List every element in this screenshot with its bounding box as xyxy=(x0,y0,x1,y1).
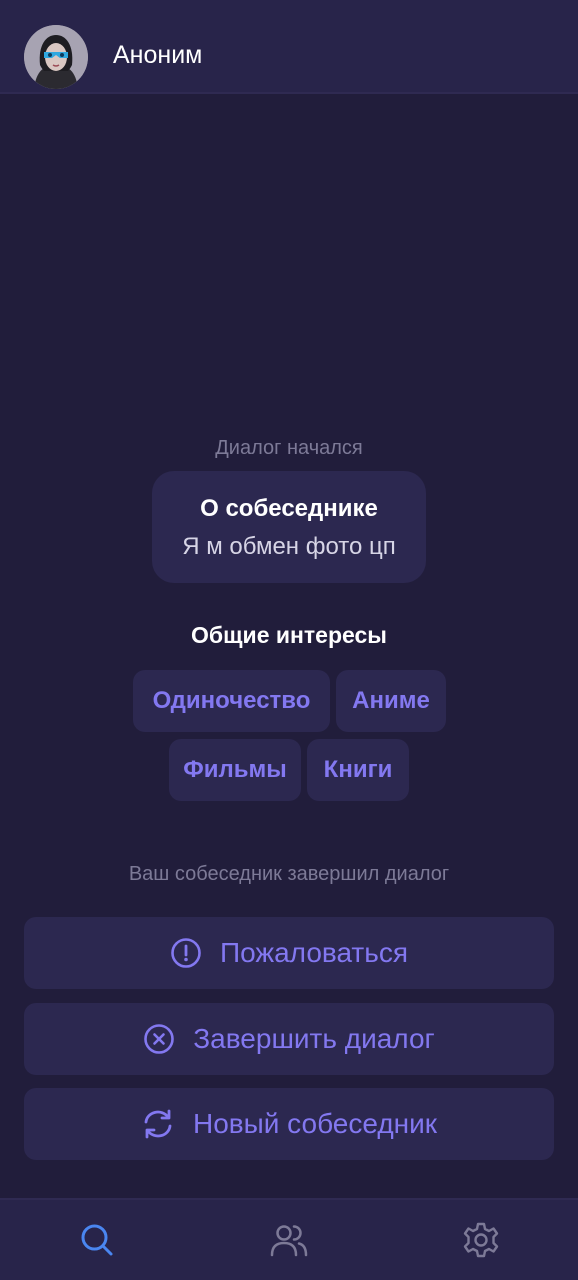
interest-chip: Фильмы xyxy=(169,739,301,801)
end-dialog-button-label: Завершить диалог xyxy=(193,1023,435,1054)
interest-chip: Аниме xyxy=(336,670,446,732)
nav-contacts[interactable] xyxy=(229,1200,349,1280)
about-title: О собеседнике xyxy=(200,495,378,522)
gear-icon xyxy=(463,1222,499,1258)
report-button[interactable]: Пожаловаться xyxy=(24,917,554,989)
interests-title: Общие интересы xyxy=(191,622,387,648)
new-partner-button-label: Новый собеседник xyxy=(192,1108,438,1139)
nav-search[interactable] xyxy=(37,1200,157,1280)
users-icon xyxy=(270,1225,308,1257)
refresh-icon xyxy=(144,1109,172,1139)
nav-settings[interactable] xyxy=(421,1200,541,1280)
dialog-ended-notice: Ваш собеседник завершил диалог xyxy=(128,863,450,885)
chat-header: Аноним xyxy=(0,0,578,94)
about-card: О собеседнике Я м обмен фото цп xyxy=(152,471,426,583)
avatar[interactable] xyxy=(24,25,88,89)
new-partner-button[interactable]: Новый собеседник xyxy=(24,1088,554,1160)
end-dialog-button[interactable]: Завершить диалог xyxy=(24,1003,554,1075)
close-circle-icon xyxy=(144,1024,175,1054)
bottom-nav xyxy=(0,1198,578,1280)
search-icon xyxy=(81,1224,113,1256)
about-text: Я м обмен фото цп xyxy=(182,533,396,560)
interest-chip: Книги xyxy=(307,739,409,801)
masked-user-avatar-icon xyxy=(24,25,88,89)
exclamation-circle-icon xyxy=(171,938,201,968)
report-button-label: Пожаловаться xyxy=(219,937,408,968)
interest-chip: Одиночество xyxy=(133,670,330,732)
dialog-started-label: Диалог начался xyxy=(215,437,363,459)
chat-title: Аноним xyxy=(113,41,203,69)
